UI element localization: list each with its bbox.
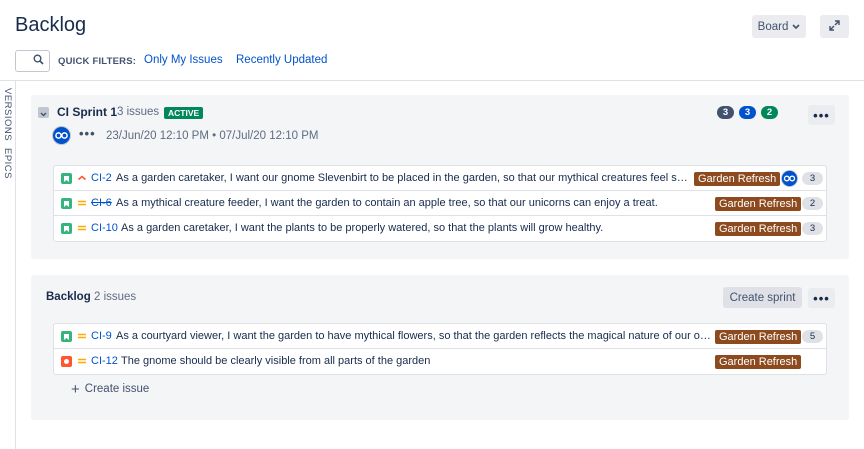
avatar[interactable] [781,170,798,190]
story-points: 3 [802,172,823,185]
filter-recently-updated[interactable]: Recently Updated [236,54,327,66]
bug-icon [61,356,72,367]
sprint-more-button[interactable]: ••• [808,105,835,125]
backlog-issue-list: CI-9 As a courtyard viewer, I want the g… [53,323,827,375]
chevron-down-icon [792,22,800,32]
quick-filters-label: QUICK FILTERS: [58,56,137,67]
issue-key[interactable]: CI-10 [91,222,118,234]
issue-key[interactable]: CI-12 [91,355,118,367]
table-row[interactable]: CI-2 As a garden caretaker, I want our g… [54,166,826,191]
plus-icon: + [71,380,80,398]
tab-versions[interactable]: VERSIONS [2,88,13,141]
story-icon [61,173,72,184]
sprint-toggle[interactable] [38,107,49,118]
avatar-icon [52,126,71,145]
table-row[interactable]: CI-10 As a garden caretaker, I want the … [54,216,826,241]
epic-lozenge: Garden Refresh [715,197,802,211]
sprint-dates: 23/Jun/20 12:10 PM • 07/Jul/20 12:10 PM [106,130,319,142]
priority-medium-icon [77,197,87,209]
backlog-title: Backlog [46,291,91,303]
create-issue-label: Create issue [84,383,150,395]
issue-key[interactable]: CI-2 [91,172,112,184]
status-badge-inprogress: 3 [739,106,756,119]
board-button-label: Board [757,20,789,33]
priority-medium-icon [77,330,87,342]
issue-summary: As a courtyard viewer, I want the garden… [116,330,712,342]
sprint-name: CI Sprint 1 [57,105,118,119]
epic-lozenge: Garden Refresh [715,330,802,344]
more-icon: ••• [813,107,830,123]
avatar[interactable] [52,126,71,150]
story-points: 3 [802,222,823,235]
table-row[interactable]: CI-9 As a courtyard viewer, I want the g… [54,324,826,349]
avatar-icon [781,170,798,187]
board-button[interactable]: Board [752,15,806,38]
chevron-down-icon [40,104,47,122]
fullscreen-button[interactable] [820,15,849,38]
story-icon [61,331,72,342]
search-icon [33,52,44,70]
epic-lozenge: Garden Refresh [715,222,802,236]
side-divider [15,80,16,449]
more-icon[interactable]: ••• [79,126,96,141]
priority-high-icon [77,172,87,184]
epic-lozenge: Garden Refresh [715,355,802,369]
page-title: Backlog [15,14,87,36]
filter-only-my-issues[interactable]: Only My Issues [144,54,223,66]
priority-medium-icon [77,355,87,367]
priority-medium-icon [77,222,87,234]
table-row[interactable]: CI-6 As a mythical creature feeder, I wa… [54,191,826,216]
issue-summary: As a mythical creature feeder, I want th… [116,197,658,209]
issue-summary: The gnome should be clearly visible from… [121,355,431,367]
header-divider [0,80,864,81]
story-icon [61,198,72,209]
tab-epics[interactable]: EPICS [2,148,13,179]
story-points: 2 [802,197,823,210]
epic-lozenge: Garden Refresh [694,172,781,186]
issue-summary: As a garden caretaker, I want the plants… [121,222,604,234]
create-issue-button[interactable]: + Create issue [71,380,150,398]
create-sprint-button[interactable]: Create sprint [723,287,802,308]
issue-key[interactable]: CI-6 [91,197,112,209]
story-icon [61,223,72,234]
sprint-issue-list: CI-2 As a garden caretaker, I want our g… [53,165,827,242]
status-badge-todo: 3 [717,106,734,119]
table-row[interactable]: CI-12 The gnome should be clearly visibl… [54,349,826,374]
backlog-more-button[interactable]: ••• [808,288,835,308]
status-badge-done: 2 [761,106,778,119]
issue-summary: As a garden caretaker, I want our gnome … [116,172,692,184]
sprint-panel: CI Sprint 1 3 issues ACTIVE ••• 23/Jun/2… [31,95,849,259]
sprint-status-lozenge: ACTIVE [164,107,204,119]
story-points: 5 [802,330,823,343]
backlog-issue-count: 2 issues [94,291,137,303]
issue-key[interactable]: CI-9 [91,330,112,342]
more-icon: ••• [813,290,830,306]
sprint-issue-count: 3 issues [117,106,160,118]
search-input[interactable] [15,50,50,72]
backlog-panel: Backlog 2 issues Create sprint ••• CI-9 … [31,275,849,420]
expand-icon [829,18,840,36]
